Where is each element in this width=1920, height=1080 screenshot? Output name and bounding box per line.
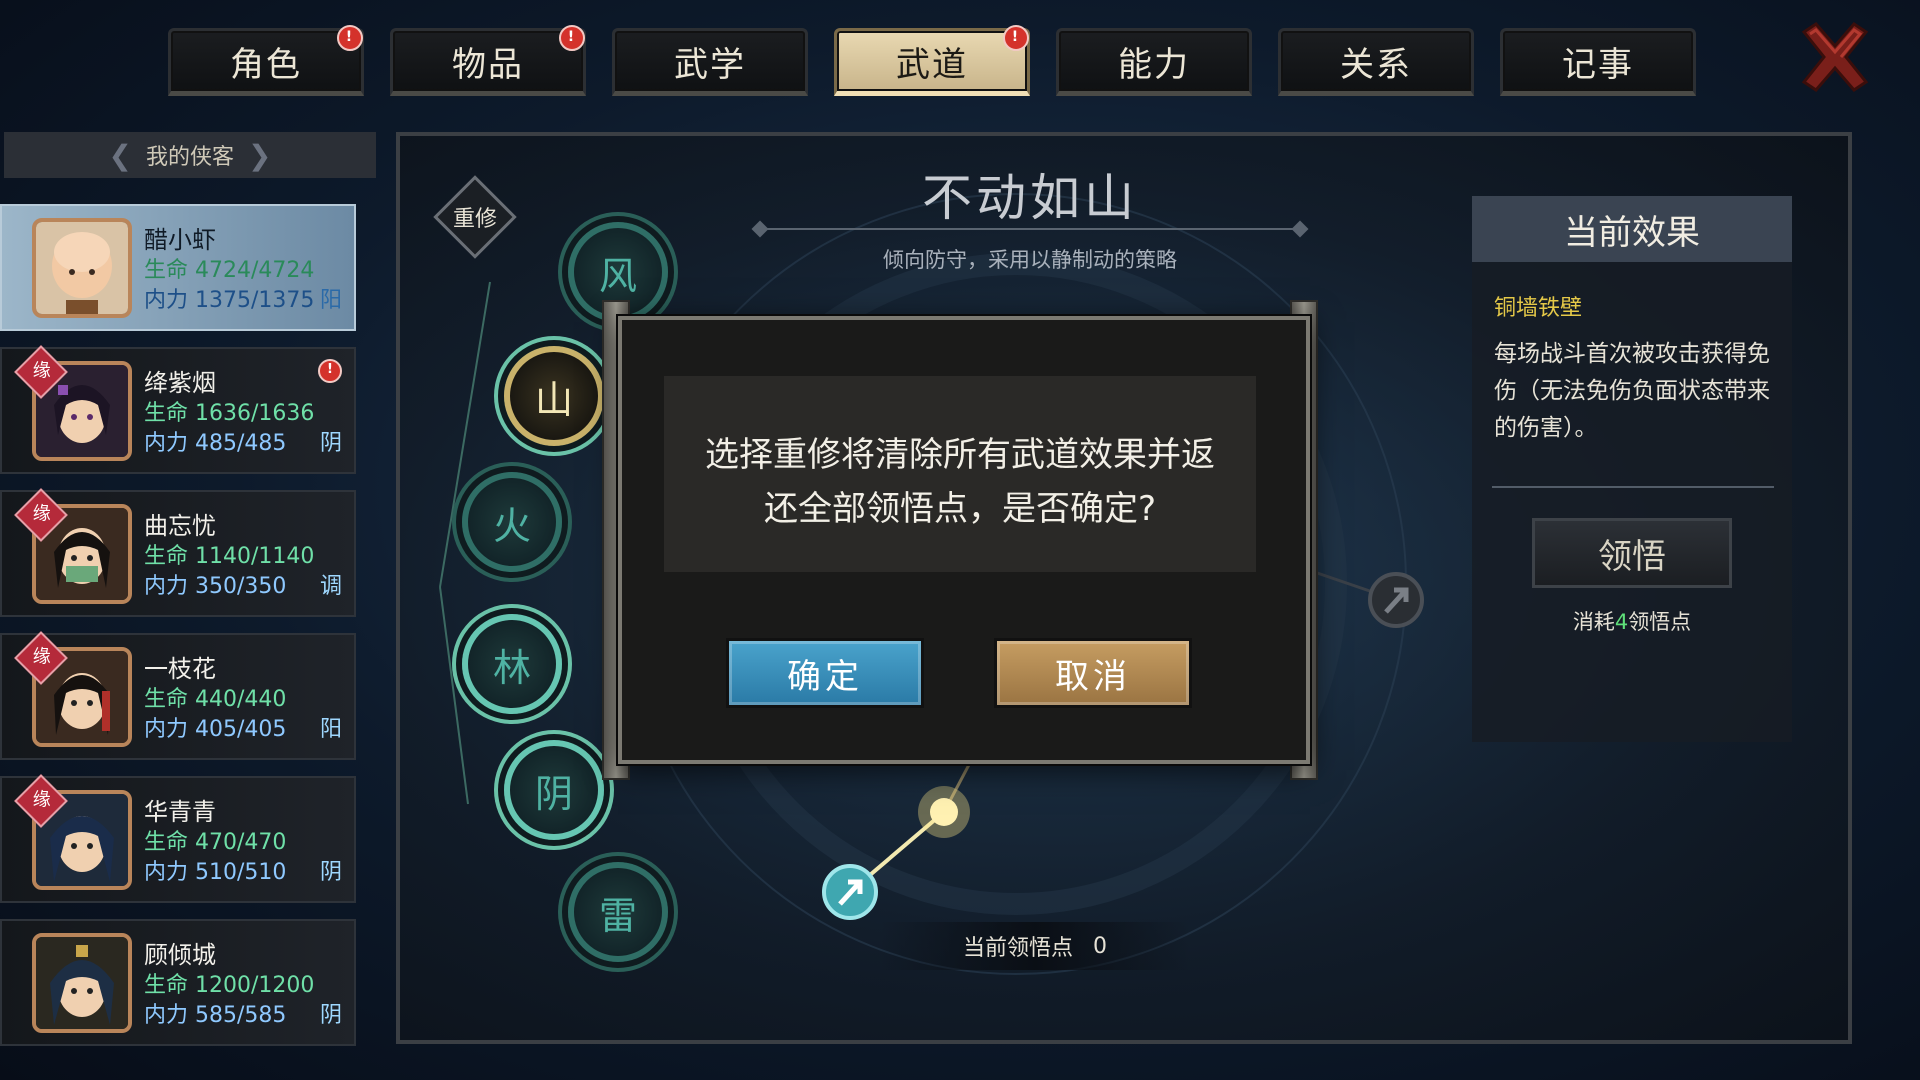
dialog-message-line: 还全部领悟点，是否确定? xyxy=(763,489,1157,529)
dialog-message-line: 选择重修将清除所有武道效果并返 xyxy=(705,435,1215,475)
dialog-message: 选择重修将清除所有武道效果并返 还全部领悟点，是否确定? xyxy=(664,428,1256,536)
cancel-button[interactable]: 取消 xyxy=(994,638,1192,708)
confirm-button[interactable]: 确定 xyxy=(726,638,924,708)
